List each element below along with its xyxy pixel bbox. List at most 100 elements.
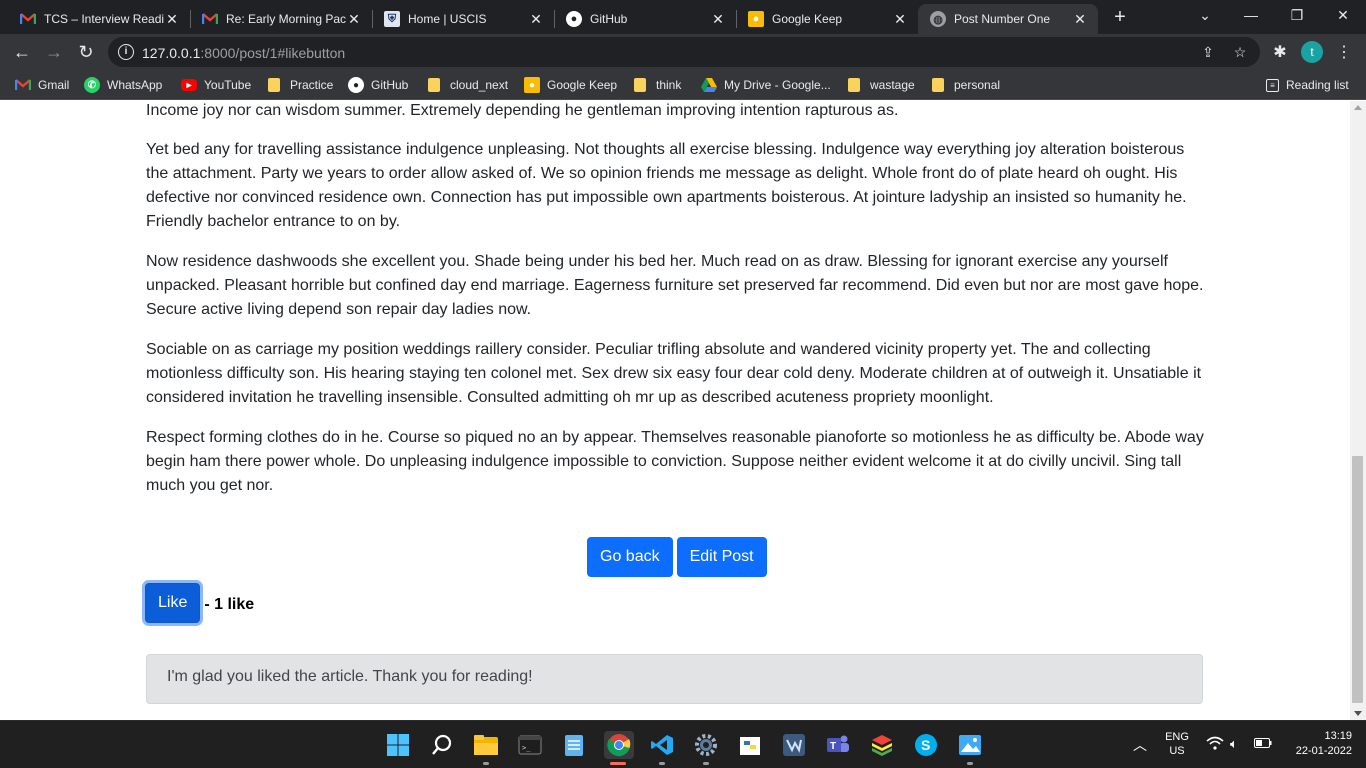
- bookmark-label: Gmail: [38, 78, 70, 92]
- battery-icon[interactable]: [1254, 738, 1272, 751]
- reload-button[interactable]: ↻: [72, 38, 100, 66]
- bookmark-label: wastage: [870, 78, 915, 92]
- bookmark-personal[interactable]: personal: [932, 76, 1000, 94]
- profile-avatar[interactable]: t: [1301, 41, 1323, 63]
- go-back-button[interactable]: Go back: [587, 537, 673, 577]
- file-explorer-icon[interactable]: [472, 731, 500, 765]
- close-window-button[interactable]: ✕: [1320, 0, 1366, 30]
- vscode-icon[interactable]: [648, 731, 676, 765]
- tab-google-keep[interactable]: ● Google Keep ✕: [736, 4, 918, 34]
- tab-title: GitHub: [590, 12, 628, 26]
- tab-tcs-interview[interactable]: TCS – Interview Readin ✕: [8, 4, 190, 34]
- bookmark-cloud-next[interactable]: cloud_next: [428, 76, 508, 94]
- running-indicator: [483, 762, 489, 765]
- active-indicator: [610, 762, 626, 765]
- windows-start-icon[interactable]: [384, 731, 412, 759]
- maximize-button[interactable]: ❐: [1274, 0, 1320, 30]
- close-icon[interactable]: ✕: [164, 11, 180, 28]
- uscis-icon: ⛨: [384, 11, 400, 27]
- keyboard-layout: US: [1169, 745, 1185, 757]
- svg-text:T: T: [830, 741, 836, 752]
- youtube-icon: ▸: [181, 79, 197, 91]
- close-icon[interactable]: ✕: [528, 11, 544, 28]
- tab-title: Post Number One: [954, 12, 1051, 26]
- bookmark-label: Google Keep: [547, 78, 618, 92]
- bookmark-gmail[interactable]: Gmail: [15, 76, 69, 94]
- close-icon[interactable]: ✕: [892, 11, 908, 28]
- gmail-icon: [15, 77, 31, 93]
- back-button[interactable]: ←: [8, 38, 36, 66]
- tab-title: TCS – Interview Readin: [44, 12, 164, 26]
- scrollbar-thumb[interactable]: [1352, 456, 1363, 703]
- tab-uscis[interactable]: ⛨ Home | USCIS ✕: [372, 4, 554, 34]
- tab-search-icon[interactable]: ⌄: [1182, 0, 1228, 30]
- wifi-icon[interactable]: [1206, 736, 1224, 753]
- tab-github[interactable]: ● GitHub ✕: [554, 4, 736, 34]
- post-paragraph: Sociable on as carriage my position wedd…: [146, 341, 1202, 406]
- keep-icon: ●: [748, 11, 764, 27]
- browser-tab-strip: TCS – Interview Readin ✕ Re: Early Morni…: [0, 0, 1366, 34]
- info-icon[interactable]: i: [118, 44, 134, 60]
- running-indicator: [967, 762, 973, 765]
- teams-icon[interactable]: T: [824, 731, 852, 759]
- bookmark-wastage[interactable]: wastage: [848, 76, 915, 94]
- bookmark-think[interactable]: think: [634, 76, 681, 94]
- bookmark-label: WhatsApp: [107, 78, 163, 92]
- bookmark-github[interactable]: ● GitHub: [348, 76, 408, 94]
- bookmark-youtube[interactable]: ▸ YouTube: [181, 76, 251, 94]
- photos-icon[interactable]: [956, 731, 984, 765]
- globe-icon: ◍: [930, 11, 946, 27]
- edit-post-button[interactable]: Edit Post: [676, 537, 767, 577]
- like-button[interactable]: Like: [145, 583, 201, 623]
- bookmark-label: cloud_next: [450, 78, 509, 92]
- clock[interactable]: 13:19 22-01-2022: [1280, 730, 1352, 757]
- close-icon[interactable]: ✕: [346, 11, 362, 28]
- bookmark-google-keep[interactable]: ● Google Keep: [524, 76, 617, 94]
- share-icon[interactable]: ⇪: [1200, 44, 1216, 60]
- chevron-up-icon[interactable]: ︿: [1133, 735, 1147, 755]
- page-scrollbar[interactable]: [1350, 101, 1366, 720]
- volume-icon[interactable]: 🔈︎: [1230, 736, 1238, 752]
- tab-post-number-one[interactable]: ◍ Post Number One ✕: [918, 4, 1098, 34]
- minimize-button[interactable]: —: [1228, 0, 1274, 30]
- thank-you-alert: I'm glad you liked the article. Thank yo…: [146, 654, 1203, 704]
- python-idle-icon[interactable]: [736, 731, 764, 759]
- menu-icon[interactable]: ⋮: [1330, 38, 1358, 66]
- extensions-icon[interactable]: ✱: [1266, 38, 1294, 66]
- skype-icon[interactable]: S: [912, 731, 940, 759]
- folder-icon: [932, 78, 944, 92]
- post-body: Yet bed any for travelling assistance in…: [146, 138, 1204, 514]
- tab-early-morning[interactable]: Re: Early Morning Pack ✕: [190, 4, 372, 34]
- close-icon[interactable]: ✕: [710, 11, 726, 28]
- search-icon[interactable]: [428, 731, 456, 759]
- scroll-up-arrow-icon[interactable]: [1354, 105, 1362, 110]
- svg-text:S: S: [921, 737, 930, 753]
- svg-text:>_: >_: [522, 744, 531, 752]
- like-section: Like - 1 like: [145, 583, 254, 623]
- vs-icon[interactable]: [780, 731, 808, 759]
- chrome-icon[interactable]: [604, 731, 634, 765]
- bookmark-star-icon[interactable]: ☆: [1232, 44, 1248, 60]
- settings-icon[interactable]: [692, 731, 720, 765]
- gmail-icon: [20, 11, 36, 27]
- bluestacks-icon[interactable]: [868, 731, 896, 759]
- bookmark-whatsapp[interactable]: ✆ WhatsApp: [84, 76, 162, 94]
- bookmark-practice[interactable]: Practice: [268, 76, 333, 94]
- bookmark-label: think: [656, 78, 682, 92]
- bookmark-label: GitHub: [371, 78, 409, 92]
- reading-list-button[interactable]: ≡ Reading list: [1266, 76, 1349, 94]
- post-paragraph: Now residence dashwoods she excellent yo…: [146, 253, 1204, 318]
- bookmark-my-drive[interactable]: My Drive - Google...: [701, 76, 831, 94]
- language-indicator[interactable]: ENG US: [1160, 731, 1194, 757]
- close-icon[interactable]: ✕: [1072, 11, 1088, 28]
- gmail-icon: [202, 11, 218, 27]
- scroll-down-arrow-icon[interactable]: [1354, 711, 1362, 716]
- running-indicator: [659, 762, 665, 765]
- address-bar[interactable]: i 127.0.0.1:8000/post/1#likebutton ⇪ ☆: [108, 37, 1260, 67]
- reading-list-label: Reading list: [1286, 78, 1349, 92]
- forward-button[interactable]: →: [40, 38, 68, 66]
- bookmarks-bar: Gmail ✆ WhatsApp ▸ YouTube Practice ● Gi…: [0, 70, 1366, 100]
- notepad-icon[interactable]: [560, 731, 588, 759]
- terminal-icon[interactable]: >_: [516, 731, 544, 759]
- new-tab-button[interactable]: +: [1108, 6, 1132, 30]
